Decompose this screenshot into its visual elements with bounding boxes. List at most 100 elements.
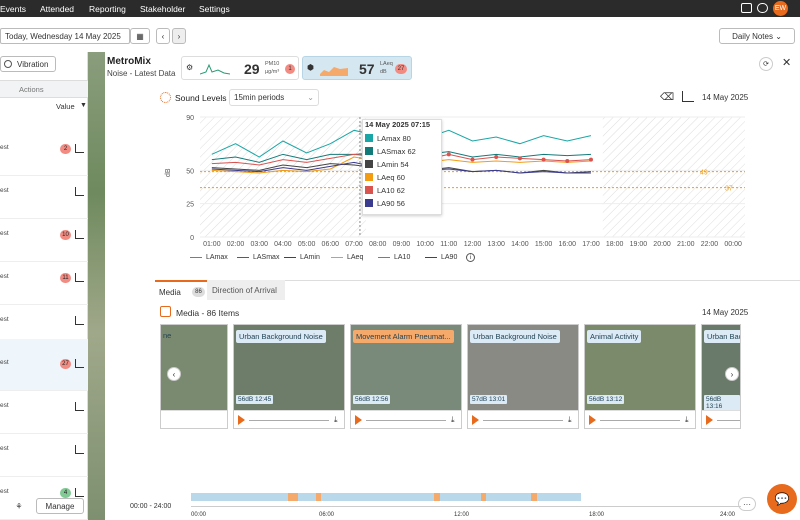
close-icon[interactable]: ✕ <box>782 56 791 69</box>
laeq-value: 57 <box>359 61 375 77</box>
x-tick-label: 10:00 <box>416 241 434 248</box>
play-icon[interactable] <box>472 415 479 425</box>
audio-player[interactable]: ⤓ <box>468 410 578 428</box>
sound-levels-chart[interactable]: 90 50 25 0 dB 01:00 02:00 03:00 04:00 05:00 06:00 0… <box>160 112 760 267</box>
media-card[interactable]: Animal Activity 56dB 13:12 ⤓ <box>584 324 696 429</box>
nav-settings[interactable]: Settings <box>199 4 230 14</box>
timeline-event[interactable] <box>531 493 537 501</box>
share-icon[interactable]: ⚘ <box>8 498 30 514</box>
play-icon[interactable] <box>238 415 245 425</box>
row-chart-icon[interactable] <box>75 402 84 411</box>
pm10-value: 29 <box>244 61 260 77</box>
row-chart-icon[interactable] <box>75 144 84 153</box>
prev-day-button[interactable]: ‹ <box>156 28 170 44</box>
refresh-icon[interactable]: ⟳ <box>759 57 773 71</box>
map-strip[interactable] <box>88 52 105 520</box>
legend-item[interactable]: LAmin <box>284 254 320 261</box>
erase-icon[interactable]: ⌫ <box>660 92 674 103</box>
x-tick-label: 01:00 <box>203 241 221 248</box>
col-value[interactable]: Value <box>56 102 75 111</box>
view-select[interactable]: Daily Notes ⌄ <box>719 28 795 44</box>
series-point <box>494 155 499 159</box>
media-card[interactable]: Urban Background Noise 57dB 13:01 ⤓ <box>467 324 579 429</box>
row-chart-icon[interactable] <box>75 359 84 368</box>
date-input[interactable]: Today, Wednesday 14 May 2025 <box>0 28 130 44</box>
x-tick-label: 18:00 <box>606 241 624 248</box>
nav-stakeholder[interactable]: Stakeholder <box>140 4 185 14</box>
x-tick-label: 21:00 <box>677 241 695 248</box>
row-chart-icon[interactable] <box>75 316 84 325</box>
manage-button[interactable]: Manage <box>36 498 84 514</box>
timeline-event[interactable] <box>316 493 321 501</box>
row-chart-icon[interactable] <box>75 187 84 196</box>
next-day-button[interactable]: › <box>172 28 186 44</box>
avatar[interactable]: EW <box>773 1 788 16</box>
more-icon[interactable]: ··· <box>738 497 756 511</box>
nav-attended[interactable]: Attended <box>40 4 74 14</box>
waveform <box>483 420 563 421</box>
left-panel: Vibration Actions Value ▼ est 2 est est 10 es… <box>0 52 88 520</box>
row-label: est <box>0 488 9 495</box>
audio-player[interactable]: ⤓ <box>702 410 740 428</box>
x-tick-label: 20:00 <box>653 241 671 248</box>
download-icon[interactable]: ⤓ <box>568 415 572 425</box>
play-icon[interactable] <box>706 415 713 425</box>
timeline-event[interactable] <box>481 493 486 501</box>
tab-direction[interactable]: Direction of Arrival <box>207 280 285 300</box>
row-chart-icon[interactable] <box>75 488 84 497</box>
play-icon[interactable] <box>355 415 362 425</box>
chart-legend: LAmax LASmax LAmin LAeq LA10 LA90 <box>190 254 510 266</box>
carousel-prev-button[interactable]: ‹ <box>167 367 181 381</box>
help-icon[interactable] <box>757 3 768 13</box>
timeline-event[interactable] <box>288 493 298 501</box>
audio-player[interactable]: ⤓ <box>585 410 695 428</box>
timeline-tick: 18:00 <box>589 512 605 518</box>
nav-reporting[interactable]: Reporting <box>89 4 126 14</box>
download-icon[interactable]: ⤓ <box>685 415 689 425</box>
legend-item[interactable]: LAmax <box>190 254 228 261</box>
media-card[interactable]: Movement Alarm Pneumat... 56dB 12:56 ⤓ <box>350 324 462 429</box>
chart-type-icon[interactable] <box>682 91 694 102</box>
download-icon[interactable]: ⤓ <box>451 415 455 425</box>
x-tick-label: 14:00 <box>511 241 529 248</box>
sound-levels-icon <box>160 92 171 103</box>
calendar-icon[interactable]: ▦ <box>130 28 150 44</box>
notes-icon[interactable] <box>741 3 752 13</box>
info-icon[interactable]: i <box>466 253 475 262</box>
pm10-tile[interactable]: ⚙ 29 PM10 µg/m³ 1 <box>181 56 299 80</box>
laeq-tile[interactable]: ⬢ 57 LAeq dB 27 <box>302 56 412 80</box>
legend-swatch <box>378 257 390 258</box>
card-stamp: 56dB 12:45 <box>236 395 274 404</box>
tooltip-item: LAmax 80 <box>365 133 411 143</box>
timeline-bar[interactable] <box>191 493 581 501</box>
row-chart-icon[interactable] <box>75 273 84 282</box>
media-title: Media - 86 Items <box>176 308 240 318</box>
sort-icon[interactable]: ▼ <box>80 102 87 109</box>
legend-item[interactable]: LAeq <box>331 254 363 261</box>
card-partial-tag: ne <box>163 331 172 340</box>
chat-icon[interactable]: 💬 <box>767 484 797 514</box>
laeq-sparkline <box>320 67 348 76</box>
legend-item[interactable]: LASmax <box>237 254 279 261</box>
legend-item[interactable]: LA10 <box>378 254 410 261</box>
row-chart-icon[interactable] <box>75 445 84 454</box>
audio-player[interactable]: ⤓ <box>351 410 461 428</box>
media-card[interactable]: Urban Background Noise 56dB 12:45 ⤓ <box>233 324 345 429</box>
timeline-event[interactable] <box>434 493 440 501</box>
legend-item[interactable]: LA90 <box>425 254 457 261</box>
sound-icon: ⬢ <box>307 63 314 72</box>
series-point <box>541 157 546 162</box>
row-chart-icon[interactable] <box>75 230 84 239</box>
legend-label: LAmax <box>206 254 228 261</box>
tab-media-label: Media <box>159 288 181 297</box>
play-icon[interactable] <box>589 415 596 425</box>
media-icon <box>160 306 171 317</box>
download-icon[interactable]: ⤓ <box>334 415 338 425</box>
timeline-tick: 12:00 <box>454 512 470 518</box>
period-select[interactable]: 15min periods ⌄ <box>229 89 319 106</box>
nav-events[interactable]: Events <box>0 4 26 14</box>
card-partial-player[interactable] <box>161 410 227 428</box>
audio-player[interactable]: ⤓ <box>234 410 344 428</box>
carousel-next-button[interactable]: › <box>725 367 739 381</box>
tab-media[interactable]: Media 86 <box>155 280 207 300</box>
